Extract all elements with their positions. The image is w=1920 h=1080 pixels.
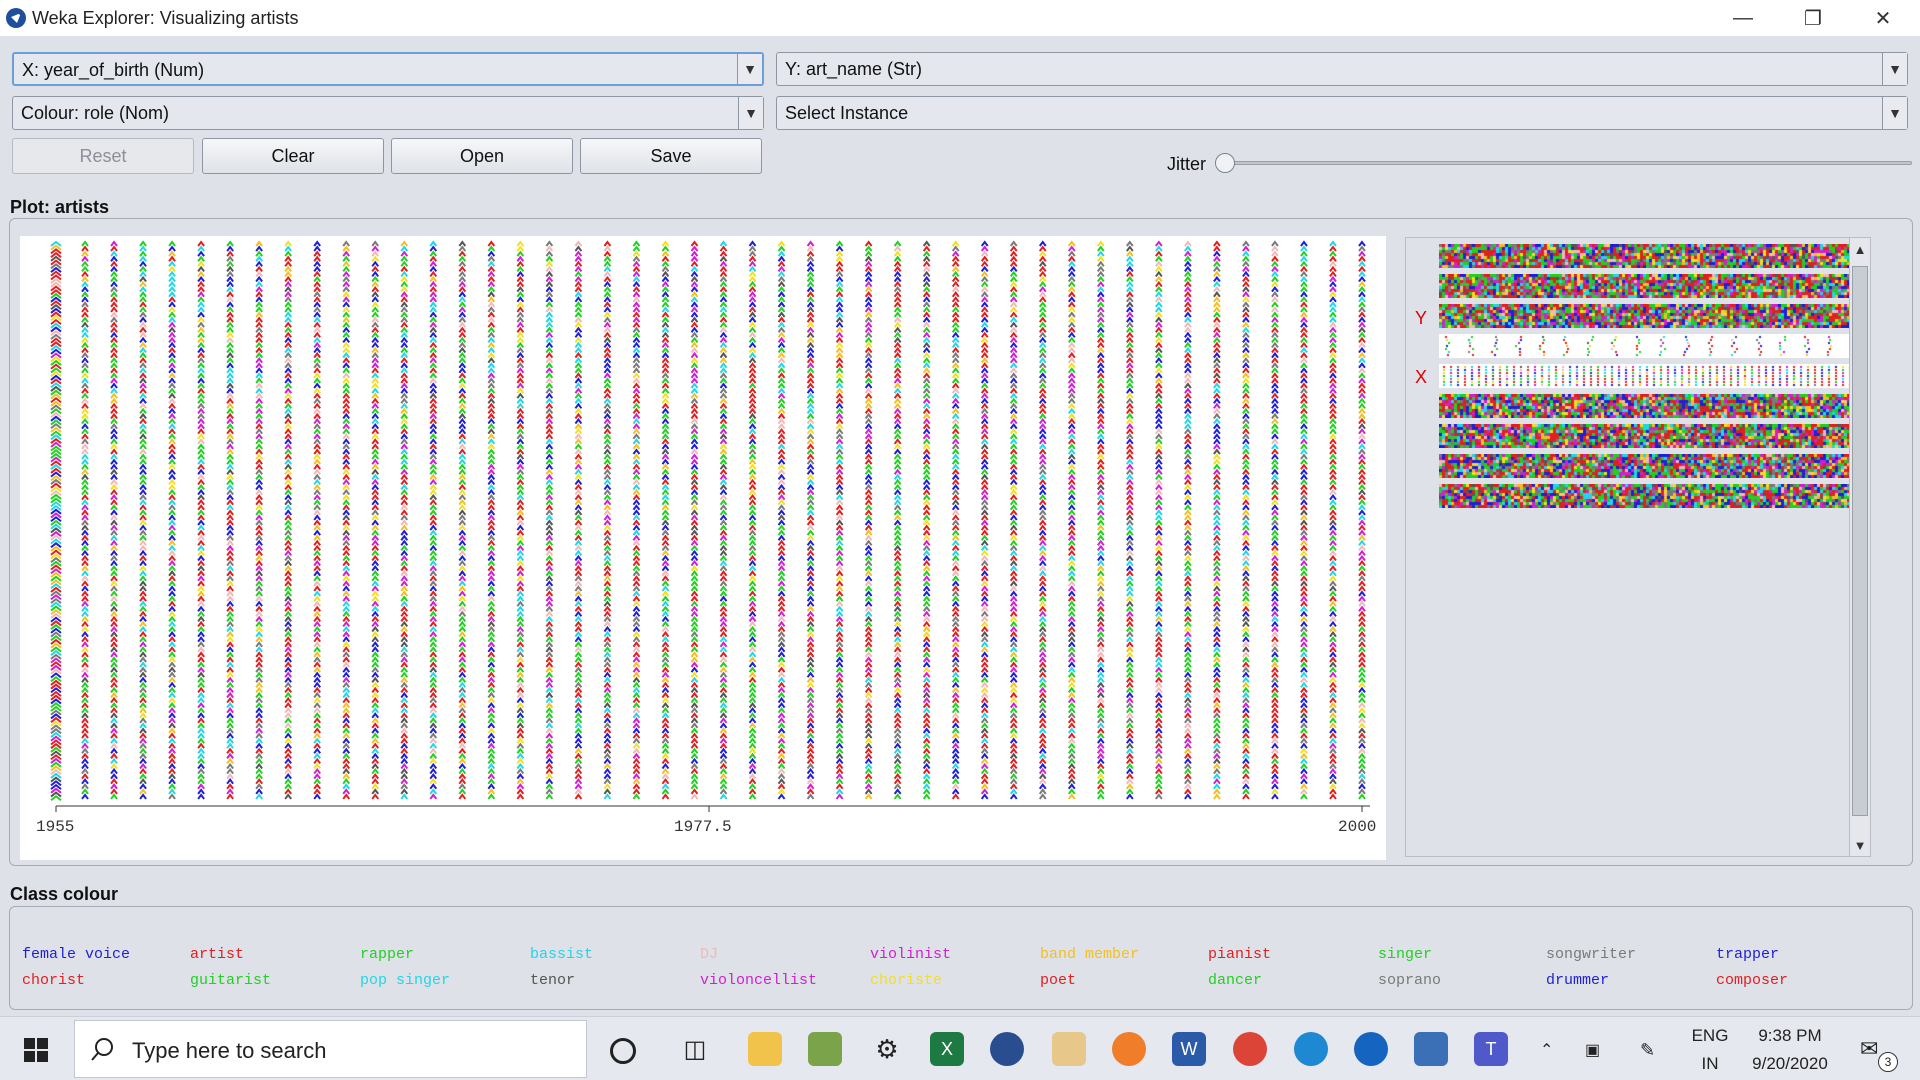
legend-item[interactable]: rapper <box>360 946 414 963</box>
search-icon <box>90 1036 116 1062</box>
legend-item[interactable]: dancer <box>1208 972 1262 989</box>
legend-item[interactable]: DJ <box>700 946 718 963</box>
clock-date: 9/20/2020 <box>1752 1054 1828 1073</box>
legend-item[interactable]: violoncellist <box>700 972 817 989</box>
language-indicator[interactable]: ENG IN <box>1690 1026 1730 1074</box>
legend-item[interactable]: pianist <box>1208 946 1271 963</box>
windows-start-icon[interactable] <box>24 1038 48 1062</box>
language-text: ENG <box>1691 1026 1729 1045</box>
legend-item[interactable]: soprano <box>1378 972 1441 989</box>
task-view-icon[interactable]: ◫ <box>678 1032 712 1066</box>
legend-item[interactable]: tenor <box>530 972 575 989</box>
jupyter-icon[interactable] <box>1112 1032 1146 1066</box>
network-app-icon[interactable] <box>1414 1032 1448 1066</box>
legend-item[interactable]: violinist <box>870 946 951 963</box>
notification-count-badge: 3 <box>1878 1052 1898 1072</box>
chrome-icon[interactable] <box>1233 1032 1267 1066</box>
teams-icon[interactable]: T <box>1474 1032 1508 1066</box>
edge-icon[interactable] <box>1294 1032 1328 1066</box>
region-text: IN <box>1701 1054 1719 1073</box>
paint-icon[interactable] <box>1052 1032 1086 1066</box>
file-explorer-icon[interactable] <box>748 1032 782 1066</box>
device-icon[interactable]: ▣ <box>1585 1040 1600 1060</box>
show-hidden-icons-icon[interactable]: ⌃ <box>1540 1040 1553 1060</box>
legend-item[interactable]: choriste <box>870 972 942 989</box>
legend-item[interactable]: chorist <box>22 972 85 989</box>
legend-item[interactable]: artist <box>190 946 244 963</box>
legend-item[interactable]: drummer <box>1546 972 1609 989</box>
teamviewer-icon[interactable] <box>1354 1032 1388 1066</box>
legend-item[interactable]: poet <box>1040 972 1076 989</box>
class-colour-legend: female voice artist rapper bassist DJ violini… <box>0 0 1920 1000</box>
photo-app-icon[interactable] <box>808 1032 842 1066</box>
legend-item[interactable]: trapper <box>1716 946 1779 963</box>
settings-icon[interactable]: ⚙ <box>870 1032 904 1066</box>
taskbar-search-placeholder: Type here to search <box>132 1038 327 1063</box>
legend-item[interactable]: composer <box>1716 972 1788 989</box>
cortana-icon[interactable] <box>610 1038 636 1064</box>
clock[interactable]: 9:38 PM 9/20/2020 <box>1740 1026 1840 1074</box>
legend-item[interactable]: female voice <box>22 946 130 963</box>
legend-item[interactable]: pop singer <box>360 972 450 989</box>
excel-icon[interactable]: X <box>930 1032 964 1066</box>
legend-item[interactable]: band member <box>1040 946 1139 963</box>
legend-item[interactable]: songwriter <box>1546 946 1636 963</box>
legend-item[interactable]: singer <box>1378 946 1432 963</box>
word-icon[interactable]: W <box>1172 1032 1206 1066</box>
pen-icon[interactable]: ✎ <box>1640 1040 1655 1061</box>
legend-item[interactable]: bassist <box>530 946 593 963</box>
clock-time: 9:38 PM <box>1758 1026 1822 1045</box>
notifications-icon[interactable]: ✉ <box>1860 1036 1878 1062</box>
weka-taskbar-icon[interactable] <box>990 1032 1024 1066</box>
legend-item[interactable]: guitarist <box>190 972 271 989</box>
